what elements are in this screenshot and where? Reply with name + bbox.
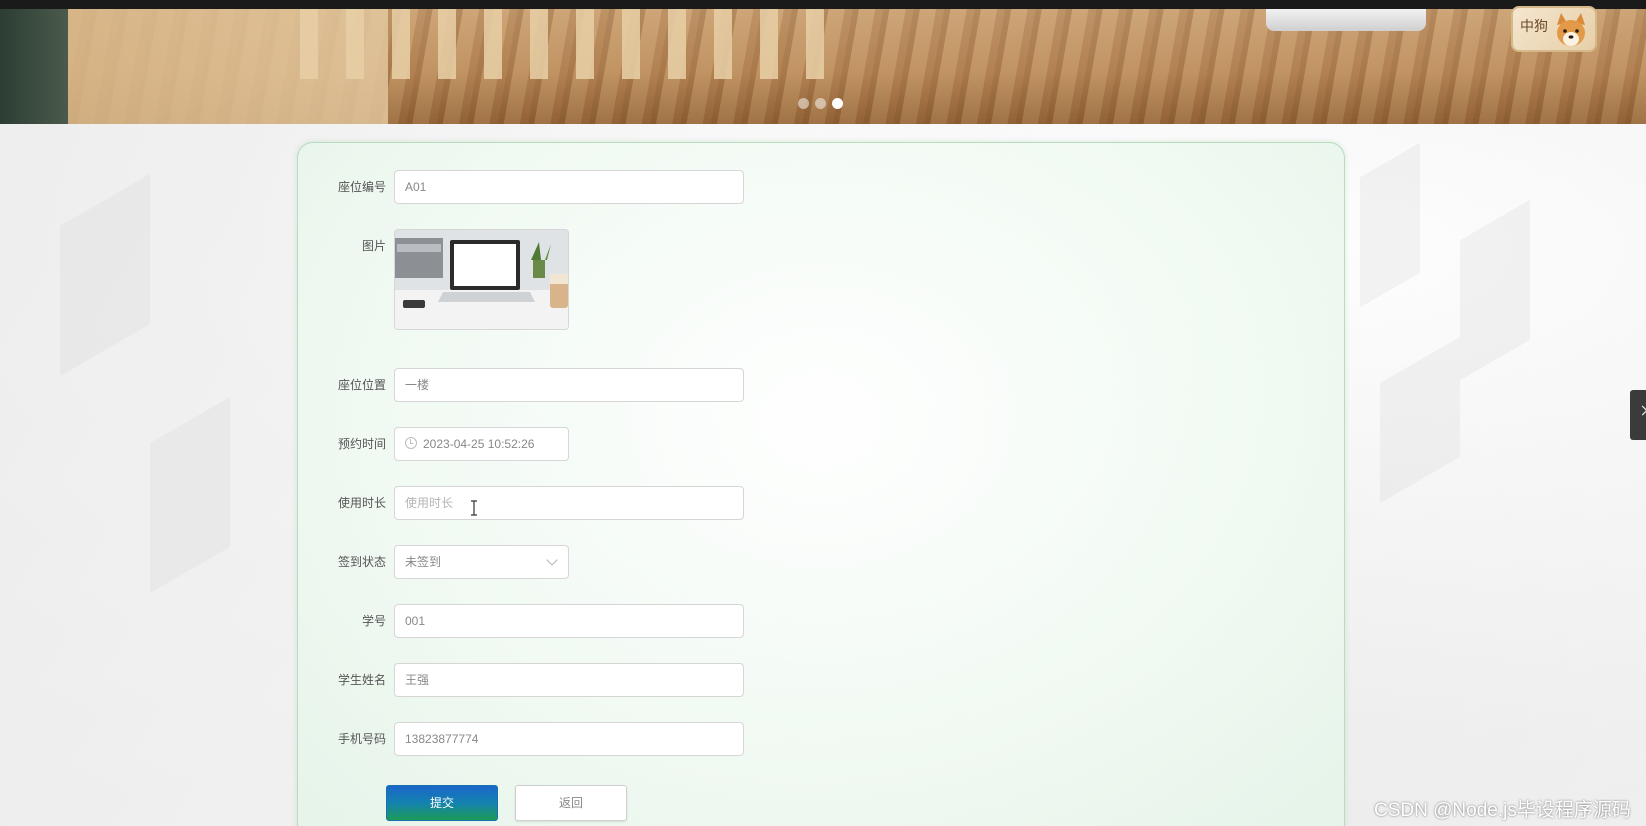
student-id-input[interactable]: 001: [394, 604, 744, 638]
seat-number-label: 座位编号: [337, 180, 386, 194]
site-logo[interactable]: 中狗: [1511, 6, 1597, 52]
corgi-logo-icon: [1557, 13, 1585, 46]
image-label: 图片: [361, 239, 386, 253]
chevron-right-icon: [1637, 405, 1646, 416]
side-panel-toggle[interactable]: [1630, 390, 1646, 440]
bg-facet: [150, 396, 230, 594]
bg-facet: [60, 174, 150, 376]
text-cursor-icon: [471, 500, 477, 516]
carousel-dot-2[interactable]: [815, 98, 826, 109]
phone-input[interactable]: 13823877774: [394, 722, 744, 756]
bg-facet: [1460, 199, 1530, 381]
watermark: CSDN @Node.js毕设程序源码: [1374, 800, 1631, 821]
seat-location-input[interactable]: 一楼: [394, 368, 744, 402]
phone-label: 手机号码: [337, 732, 386, 746]
seat-number-input[interactable]: A01: [394, 170, 744, 204]
chevron-down-icon: [546, 554, 558, 566]
booking-time-picker[interactable]: 2023-04-25 10:52:26: [394, 427, 569, 461]
logo-text: 中狗: [1520, 19, 1548, 35]
back-button[interactable]: 返回: [515, 785, 627, 821]
checkin-status-value: 未签到: [405, 555, 442, 569]
duration-input[interactable]: 使用时长: [394, 486, 744, 520]
seat-image[interactable]: [394, 229, 569, 330]
carousel-dot-1[interactable]: [798, 98, 809, 109]
booking-time-value: 2023-04-25 10:52:26: [423, 437, 535, 451]
seat-location-label: 座位位置: [337, 378, 386, 392]
laptop-desk-image: [395, 230, 568, 329]
checkin-status-select[interactable]: 未签到: [394, 545, 569, 579]
student-name-input[interactable]: 王强: [394, 663, 744, 697]
bg-facet: [1360, 142, 1420, 308]
banner-bookshelf: [0, 9, 68, 124]
carousel-indicators: [798, 98, 843, 109]
banner-desk: [1266, 9, 1426, 31]
submit-button[interactable]: 提交: [386, 785, 498, 821]
clock-icon: [405, 437, 417, 449]
page: 中狗 座位编号 A01 图片 座位位置 一楼 预约时间 2023-04-25 1…: [0, 0, 1646, 826]
student-name-label: 学生姓名: [337, 673, 386, 687]
checkin-status-label: 签到状态: [337, 555, 386, 569]
booking-time-label: 预约时间: [337, 437, 386, 451]
banner-railing: [300, 9, 840, 79]
carousel-dot-3-active[interactable]: [832, 98, 843, 109]
bg-facet: [1380, 336, 1460, 504]
duration-label: 使用时长: [337, 496, 386, 510]
seat-booking-form: 座位编号 A01 图片 座位位置 一楼 预约时间 2023-04-25 10:5…: [297, 142, 1345, 826]
top-bar: [0, 0, 1646, 9]
student-id-label: 学号: [361, 614, 386, 628]
